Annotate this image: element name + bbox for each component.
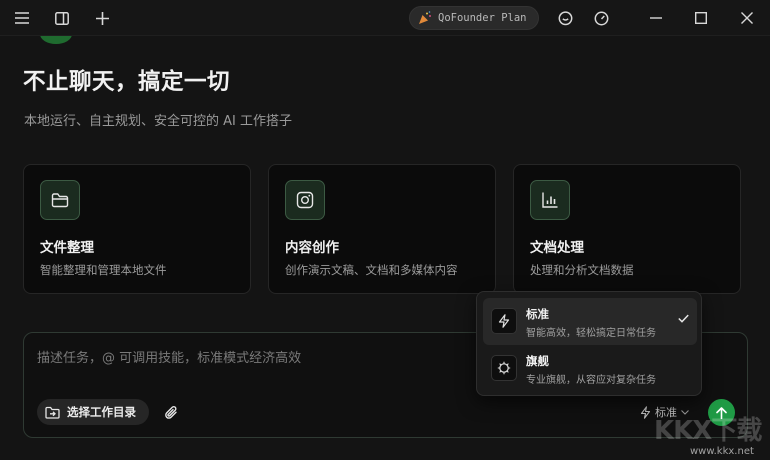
select-workdir-label: 选择工作目录 <box>67 405 136 419</box>
camera-icon <box>296 191 314 209</box>
card-file-organize[interactable]: 文件整理 智能整理和管理本地文件 <box>23 164 251 294</box>
chat-button[interactable] <box>553 0 577 36</box>
watermark-logo: KKX下载 <box>654 416 762 446</box>
usage-button[interactable] <box>589 0 613 36</box>
watermark-url: www.kkx.net <box>690 446 754 457</box>
hero-title: 不止聊天，搞定一切 <box>23 69 231 95</box>
maximize-button[interactable] <box>687 0 715 36</box>
card-content-create[interactable]: 内容创作 创作演示文稿、文档和多媒体内容 <box>268 164 496 294</box>
app-logo <box>40 36 72 46</box>
lightning-icon <box>498 314 510 328</box>
chip-icon <box>497 361 511 375</box>
card-desc: 处理和分析文档数据 <box>530 263 634 277</box>
maximize-icon <box>695 12 707 24</box>
attach-button[interactable] <box>160 401 182 423</box>
hero-subtitle: 本地运行、自主规划、安全可控的 AI 工作搭子 <box>24 114 292 129</box>
mode-option-title: 旗舰 <box>526 354 549 368</box>
mode-option-title: 标准 <box>526 307 549 321</box>
party-icon <box>419 11 431 24</box>
minimize-button[interactable] <box>642 0 670 36</box>
mode-option-flagship[interactable]: 旗舰 专业旗舰，从容应对复杂任务 <box>483 345 697 392</box>
plan-badge-label: QoFounder Plan <box>438 12 527 24</box>
sidebar-toggle-icon <box>55 11 69 25</box>
mode-option-standard[interactable]: 标准 智能高效，轻松搞定日常任务 <box>483 298 697 345</box>
minimize-icon <box>650 17 662 19</box>
checkmark-icon <box>678 314 689 323</box>
title-bar: QoFounder Plan <box>0 0 770 36</box>
paperclip-icon <box>165 405 177 419</box>
menu-icon <box>15 12 29 24</box>
mode-option-desc: 智能高效，轻松搞定日常任务 <box>526 328 656 339</box>
speedometer-icon <box>594 11 608 25</box>
close-button[interactable] <box>733 0 761 36</box>
card-desc: 智能整理和管理本地文件 <box>40 263 167 277</box>
select-workdir-button[interactable]: 选择工作目录 <box>37 399 149 425</box>
mode-dropdown: 标准 智能高效，轻松搞定日常任务 旗舰 专业旗舰，从容应对复杂任务 <box>476 291 702 396</box>
sidebar-toggle-button[interactable] <box>48 0 76 36</box>
new-chat-icon <box>95 11 109 25</box>
watermark: KKX下载 www.kkx.net <box>648 410 768 458</box>
card-desc: 创作演示文稿、文档和多媒体内容 <box>285 263 458 277</box>
card-title: 内容创作 <box>285 240 339 256</box>
folder-icon <box>51 193 69 208</box>
bar-chart-icon <box>542 192 558 208</box>
card-doc-process[interactable]: 文档处理 处理和分析文档数据 <box>513 164 741 294</box>
card-title: 文档处理 <box>530 240 584 256</box>
close-icon <box>741 12 753 24</box>
new-chat-button[interactable] <box>88 0 116 36</box>
plan-badge[interactable]: QoFounder Plan <box>409 6 539 30</box>
menu-button[interactable] <box>8 0 36 36</box>
mode-option-desc: 专业旗舰，从容应对复杂任务 <box>526 375 656 386</box>
chat-bubble-icon <box>558 10 572 25</box>
task-input-placeholder[interactable]: 描述任务，@ 可调用技能，标准模式经济高效 <box>37 347 301 366</box>
card-title: 文件整理 <box>40 240 94 256</box>
folder-arrow-icon <box>45 406 60 419</box>
